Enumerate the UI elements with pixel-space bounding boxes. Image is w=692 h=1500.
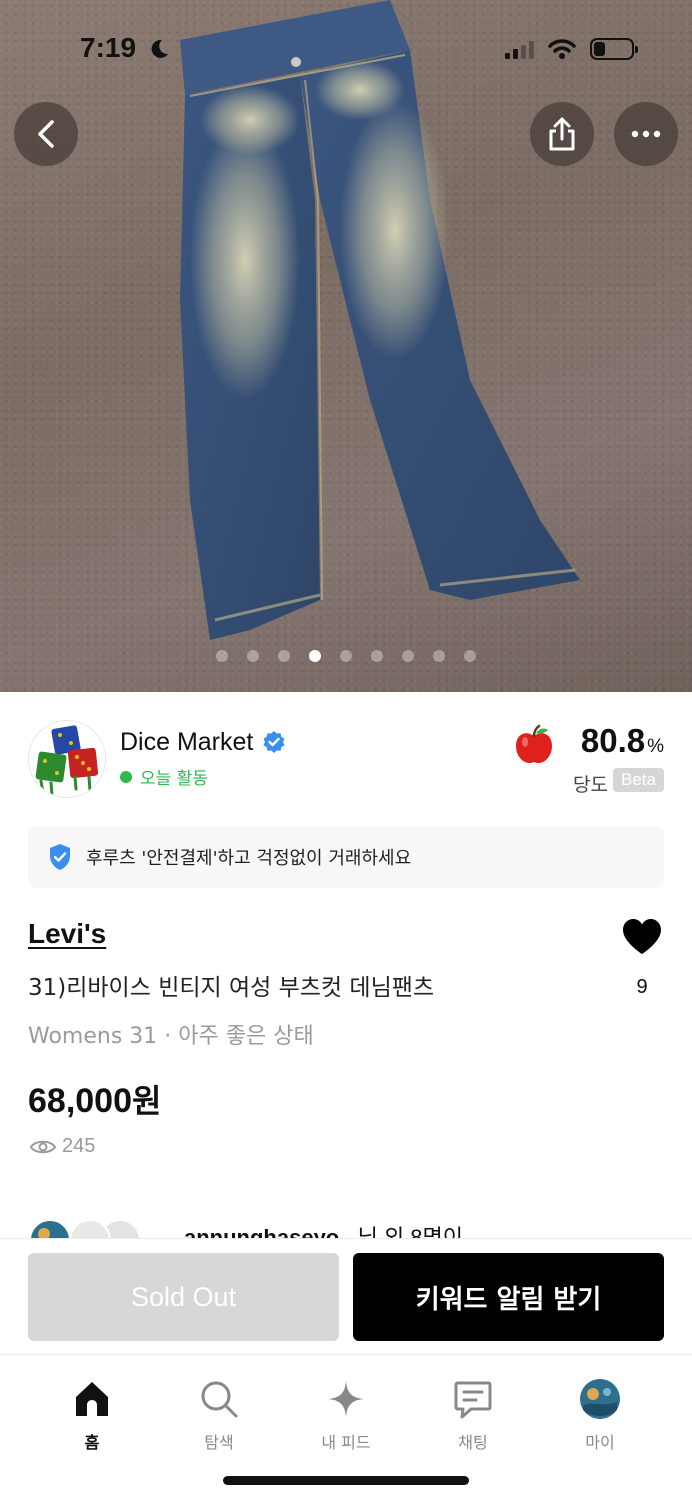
- tab-search-label: 탐색: [204, 1433, 234, 1452]
- interested-username: annunghaseyo...: [184, 1225, 358, 1238]
- gallery-dot[interactable]: [340, 650, 352, 662]
- safe-payment-banner[interactable]: 후루츠 '안전결제'하고 걱정없이 거래하세요: [28, 826, 664, 888]
- activity-label: 오늘 활동: [140, 769, 208, 789]
- seller-avatar[interactable]: [28, 720, 106, 798]
- bottom-action-bar: Sold Out 키워드 알림 받기: [0, 1238, 692, 1354]
- moon-icon: [151, 39, 168, 58]
- tab-my-feed-label: 내 피드: [321, 1433, 371, 1452]
- online-dot-icon: [120, 770, 132, 783]
- product-photo-jeans: [180, 0, 580, 640]
- tab-search[interactable]: 탐색: [169, 1377, 269, 1453]
- gallery-dot[interactable]: [247, 650, 259, 662]
- interested-users-row[interactable]: annunghaseyo...님 외 8명이: [0, 1214, 692, 1238]
- gallery-dot[interactable]: [278, 650, 290, 662]
- interested-user-avatars: [30, 1220, 141, 1238]
- sparkle-icon: [328, 1381, 364, 1417]
- search-icon: [201, 1381, 238, 1418]
- seller-row[interactable]: Dice Market 오늘 활동 80.8 % 당도 Beta: [28, 718, 664, 800]
- keyword-alert-button[interactable]: 키워드 알림 받기: [353, 1253, 664, 1341]
- score-unit: %: [647, 736, 664, 757]
- gallery-dot[interactable]: [216, 650, 228, 662]
- brand-link[interactable]: Levi's: [28, 918, 106, 950]
- price-currency: 원: [132, 1082, 162, 1120]
- tab-my-label: 마이: [585, 1433, 615, 1452]
- gallery-dot[interactable]: [464, 650, 476, 662]
- apple-icon: [516, 724, 552, 764]
- product-title: 31)리바이스 빈티지 여성 부츠컷 데님팬츠: [28, 975, 435, 1001]
- status-indicators: [505, 38, 638, 60]
- share-icon: [549, 117, 575, 151]
- back-button[interactable]: [14, 102, 78, 166]
- view-count: 245: [30, 1135, 95, 1158]
- tab-home[interactable]: 홈: [42, 1377, 142, 1453]
- product-image-gallery[interactable]: 7:19: [0, 0, 692, 692]
- sold-out-button[interactable]: Sold Out: [28, 1253, 339, 1341]
- gallery-dot[interactable]: [402, 650, 414, 662]
- price-value: 68,000: [28, 1082, 132, 1120]
- status-time: 7:19: [80, 32, 137, 63]
- chevron-left-icon: [38, 120, 54, 148]
- product-price: 68,000원: [28, 1076, 161, 1122]
- tab-chat-label: 채팅: [458, 1433, 488, 1452]
- view-count-value: 245: [62, 1135, 96, 1157]
- chat-icon: [454, 1381, 492, 1419]
- like-heart-icon[interactable]: [621, 918, 663, 956]
- cellular-signal-icon: [505, 39, 534, 59]
- more-horizontal-icon: [631, 130, 661, 138]
- interested-suffix: 님 외 8명이: [357, 1225, 464, 1238]
- more-options-button[interactable]: [614, 102, 678, 166]
- profile-avatar: [580, 1379, 620, 1419]
- dice-logo: [35, 725, 99, 797]
- share-button[interactable]: [530, 102, 594, 166]
- like-count: 9: [636, 976, 648, 998]
- safe-payment-text: 후루츠 '안전결제'하고 걱정없이 거래하세요: [86, 848, 412, 869]
- beta-badge: Beta: [613, 768, 664, 792]
- home-icon: [76, 1382, 108, 1416]
- home-indicator: [223, 1476, 469, 1485]
- shield-check-icon: [50, 844, 70, 870]
- product-size-condition: Womens 31 · 아주 좋은 상태: [28, 1024, 314, 1049]
- gallery-dot[interactable]: [433, 650, 445, 662]
- interested-users-text: annunghaseyo...님 외 8명이: [184, 1220, 463, 1238]
- seller-activity-status: 오늘 활동: [120, 764, 208, 789]
- score-label: 당도: [573, 774, 608, 796]
- eye-icon: [30, 1140, 56, 1153]
- sweetness-score[interactable]: 80.8 %: [581, 722, 664, 760]
- seller-name[interactable]: Dice Market: [120, 728, 253, 757]
- gallery-dot[interactable]: [309, 650, 321, 662]
- score-value: 80.8: [580, 722, 646, 759]
- tab-home-label: 홈: [84, 1433, 100, 1452]
- battery-icon: [590, 38, 638, 60]
- wifi-icon: [548, 39, 576, 59]
- tab-my-feed[interactable]: 내 피드: [296, 1377, 396, 1453]
- verified-badge-icon: [263, 731, 285, 753]
- gallery-pagination-dots[interactable]: [0, 650, 692, 662]
- tab-chat[interactable]: 채팅: [423, 1377, 523, 1453]
- tab-my[interactable]: 마이: [550, 1377, 650, 1453]
- gallery-dot[interactable]: [371, 650, 383, 662]
